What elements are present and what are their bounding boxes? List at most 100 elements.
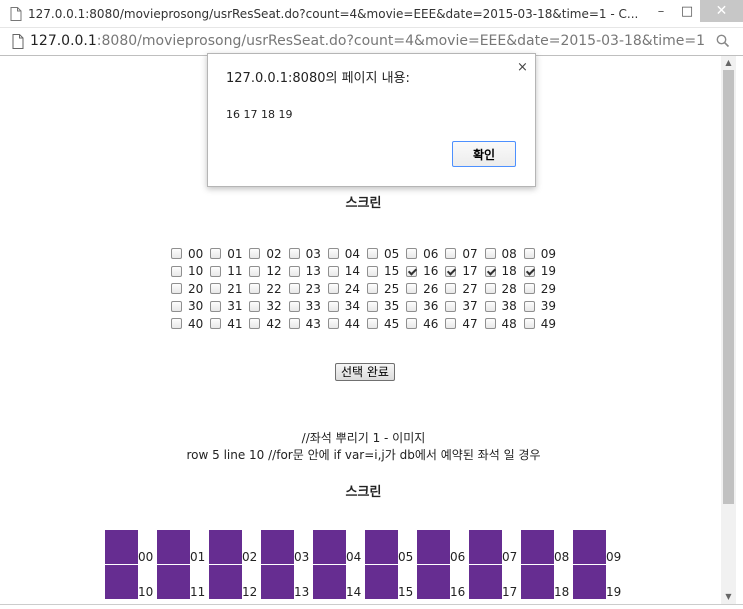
seat-option: 24 — [325, 282, 364, 296]
seat-number: 07 — [462, 246, 478, 261]
seat-checkbox[interactable] — [366, 300, 378, 312]
url-text[interactable]: 127.0.0.1:8080/movieprosong/usrResSeat.d… — [30, 33, 705, 49]
select-complete-button[interactable]: 선택 완료 — [335, 363, 395, 381]
seat-number: 45 — [383, 316, 400, 331]
seat-checkbox[interactable] — [445, 300, 457, 312]
seat-checkbox[interactable] — [171, 283, 182, 295]
seat-checkbox[interactable] — [288, 300, 300, 312]
seat-checkbox[interactable] — [445, 265, 457, 277]
seat-checkbox[interactable] — [210, 248, 222, 260]
seat-checkbox[interactable] — [249, 283, 261, 295]
seat-number: 38 — [501, 299, 517, 314]
window-bottom-edge — [0, 604, 743, 609]
seat-checkbox[interactable] — [523, 300, 535, 312]
seat-number: 40 — [188, 316, 204, 331]
vertical-scrollbar[interactable]: ▲ ▼ — [721, 56, 736, 604]
seat-checkbox[interactable] — [249, 300, 261, 312]
seat-checkbox[interactable] — [210, 265, 222, 277]
seat-image-label: 07 — [502, 550, 518, 564]
seat-image-label: 11 — [190, 585, 206, 599]
seat-row: 10 11 12 13 14 15 16 17 18 19 — [168, 263, 560, 281]
seat-option: 10 — [168, 264, 207, 278]
close-window-button[interactable]: ✕ — [700, 0, 743, 22]
seat-checkbox[interactable] — [484, 265, 496, 277]
seat-checkbox[interactable] — [523, 318, 535, 330]
seat-checkbox[interactable] — [171, 300, 182, 312]
seat-checkbox[interactable] — [523, 248, 535, 260]
seat-checkbox[interactable] — [484, 248, 496, 260]
seat-checkbox[interactable] — [445, 318, 457, 330]
seat-option: 27 — [442, 282, 481, 296]
page-info-icon[interactable] — [12, 34, 24, 52]
seat-image-label: 06 — [450, 550, 466, 564]
alert-dialog: 127.0.0.1:8080의 페이지 내용: × 16 17 18 19 확인 — [207, 53, 536, 187]
seat-checkbox[interactable] — [288, 265, 300, 277]
seat-checkbox[interactable] — [406, 265, 418, 277]
scroll-down-arrow-icon[interactable]: ▼ — [721, 590, 736, 604]
seat-option: 39 — [521, 299, 560, 313]
seat-number: 00 — [188, 246, 204, 261]
seat-checkbox[interactable] — [484, 318, 496, 330]
seat-number: 15 — [383, 264, 400, 279]
seat-checkbox[interactable] — [171, 265, 182, 277]
seat-checkbox[interactable] — [484, 300, 496, 312]
seat-image-label: 03 — [294, 550, 310, 564]
seat-checkbox[interactable] — [327, 248, 339, 260]
dialog-close-icon[interactable]: × — [517, 60, 528, 75]
search-icon[interactable] — [716, 34, 730, 51]
dialog-ok-button[interactable]: 확인 — [452, 141, 516, 167]
seat-checkbox[interactable] — [210, 318, 222, 330]
seat-checkbox[interactable] — [327, 318, 339, 330]
seat-checkbox[interactable] — [406, 248, 418, 260]
seat-checkbox[interactable] — [288, 248, 300, 260]
seat-image-item: 14 — [313, 565, 365, 599]
seat-option: 14 — [325, 264, 364, 278]
seat-checkbox[interactable] — [327, 283, 339, 295]
maximize-button[interactable]: □ — [674, 0, 700, 22]
seat-checkbox[interactable] — [406, 318, 418, 330]
seat-image — [261, 530, 294, 564]
seat-number: 25 — [383, 281, 400, 296]
seat-checkbox[interactable] — [249, 265, 261, 277]
minimize-button[interactable]: – — [648, 0, 674, 22]
seat-checkbox[interactable] — [406, 300, 418, 312]
seat-checkbox[interactable] — [288, 283, 300, 295]
seat-image-label: 13 — [294, 585, 310, 599]
seat-checkbox[interactable] — [484, 283, 496, 295]
seat-number: 11 — [227, 264, 243, 279]
seat-checkbox[interactable] — [523, 265, 535, 277]
scroll-up-arrow-icon[interactable]: ▲ — [721, 56, 736, 70]
seat-checkbox[interactable] — [171, 248, 182, 260]
seat-checkbox[interactable] — [210, 300, 222, 312]
seat-checkbox[interactable] — [210, 283, 222, 295]
seat-checkbox[interactable] — [327, 265, 339, 277]
seat-checkbox[interactable] — [249, 318, 261, 330]
seat-image — [209, 530, 242, 564]
screen-label-top: 스크린 — [345, 196, 382, 211]
seat-checkbox[interactable] — [366, 248, 378, 260]
seat-checkbox[interactable] — [445, 248, 457, 260]
seat-option: 20 — [168, 282, 207, 296]
seat-option: 42 — [246, 317, 285, 331]
seat-image-item: 05 — [365, 530, 417, 564]
seat-checkbox[interactable] — [249, 248, 261, 260]
seat-number: 03 — [305, 246, 321, 261]
seat-checkbox[interactable] — [445, 283, 457, 295]
seat-checkbox[interactable] — [366, 318, 378, 330]
seat-number: 32 — [266, 299, 282, 314]
seat-checkbox[interactable] — [366, 265, 378, 277]
seat-checkbox[interactable] — [288, 318, 300, 330]
seat-checkbox[interactable] — [366, 283, 378, 295]
seat-checkbox[interactable] — [406, 283, 418, 295]
seat-checkbox[interactable] — [171, 318, 182, 330]
seat-checkbox[interactable] — [327, 300, 339, 312]
scroll-thumb[interactable] — [723, 70, 734, 504]
address-bar[interactable]: 127.0.0.1:8080/movieprosong/usrResSeat.d… — [0, 28, 743, 56]
seat-image-label: 15 — [398, 585, 414, 599]
seat-image — [469, 530, 502, 564]
seat-checkbox[interactable] — [523, 283, 535, 295]
seat-image — [157, 530, 190, 564]
seat-image-label: 08 — [554, 550, 570, 564]
seat-number: 06 — [423, 246, 439, 261]
seat-option: 49 — [521, 317, 560, 331]
